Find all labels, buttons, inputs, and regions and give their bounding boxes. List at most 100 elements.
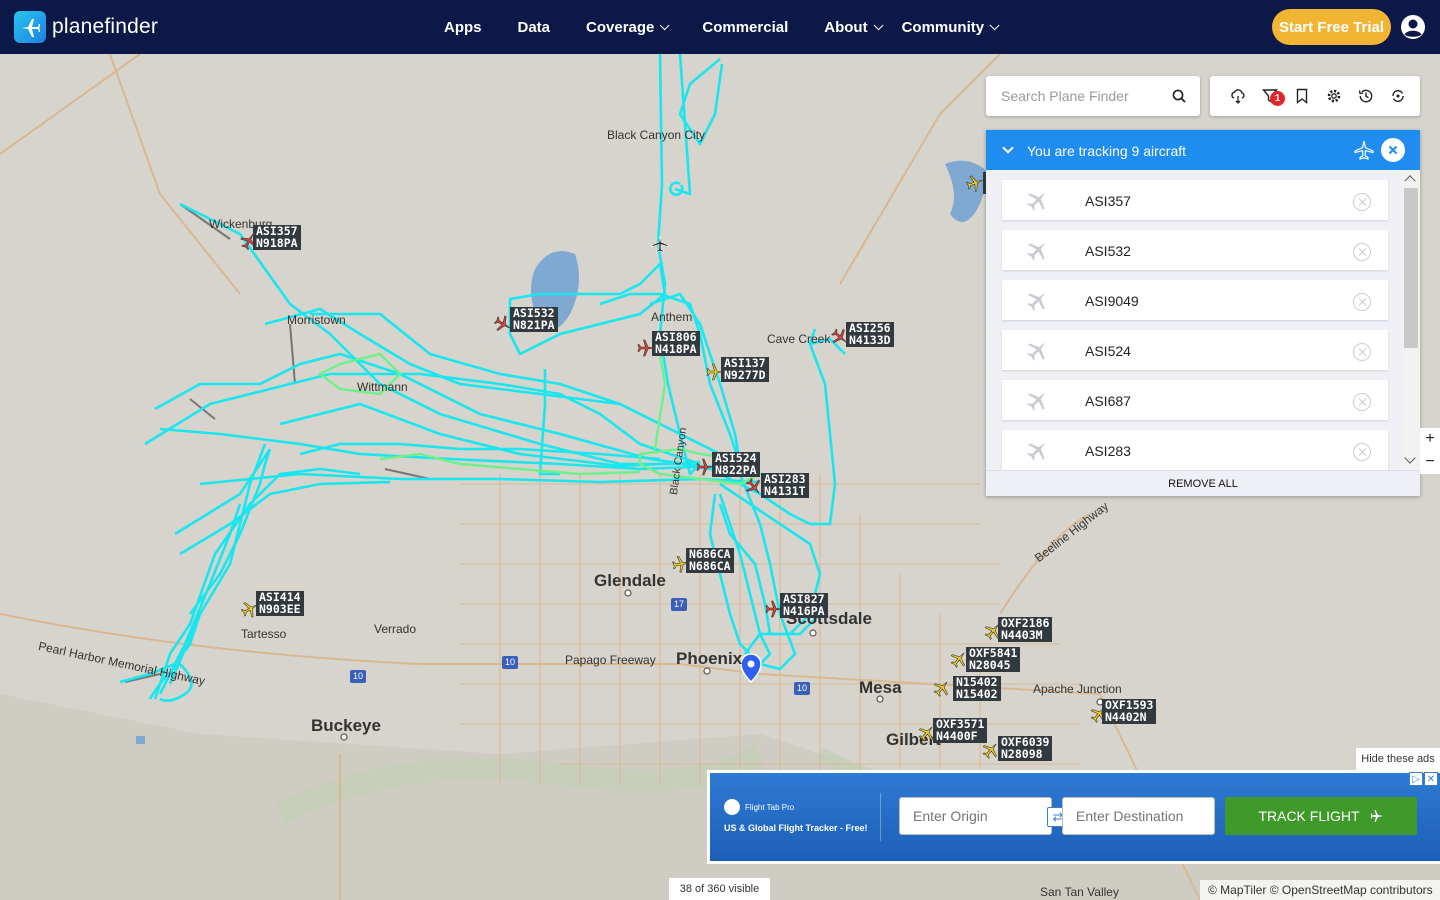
plane-icon	[1027, 392, 1046, 411]
aircraft-icon[interactable]	[966, 174, 984, 192]
ad-info-icon[interactable]: ▷	[1409, 772, 1423, 786]
remove-aircraft-icon[interactable]	[1353, 293, 1371, 311]
aircraft-label[interactable]: ASI524 N822PA	[712, 452, 760, 477]
aircraft-registration: N821PA	[513, 317, 555, 332]
zoom-out-button[interactable]: −	[1420, 451, 1440, 474]
highway-shield-17: 17	[671, 598, 687, 611]
playback-button[interactable]	[1382, 76, 1414, 116]
city-label: Morristown	[287, 313, 346, 327]
aircraft-registration: N4133D	[849, 332, 891, 347]
user-account-icon[interactable]	[1400, 14, 1426, 40]
bookmark-icon	[1296, 88, 1308, 104]
city-label: Buckeye	[311, 716, 381, 735]
tracked-aircraft-row[interactable]: ASI9049	[1002, 280, 1388, 320]
bookmark-button[interactable]	[1286, 76, 1318, 116]
settings-button[interactable]	[1318, 76, 1350, 116]
search-input[interactable]	[986, 76, 1156, 116]
ad-brand: Flight Tab Pro	[724, 799, 794, 815]
scroll-down-arrow[interactable]	[1404, 452, 1416, 464]
remove-aircraft-icon[interactable]	[1353, 243, 1371, 261]
nav-community-label: Community	[901, 18, 985, 36]
aircraft-registration: N4400F	[936, 728, 978, 743]
aircraft-label[interactable]: ASI532 N821PA	[510, 307, 558, 332]
scroll-thumb[interactable]	[1404, 188, 1418, 348]
ad-brand-logo	[724, 799, 740, 815]
aircraft-registration: N9277D	[724, 367, 766, 382]
plane-icon	[1370, 810, 1383, 822]
weather-icon	[1231, 89, 1245, 104]
aircraft-registration: N28045	[969, 657, 1011, 672]
close-tracking-button[interactable]	[1381, 138, 1405, 162]
hide-ads-link[interactable]: Hide these ads	[1356, 748, 1440, 770]
tracked-aircraft-row[interactable]: ASI283	[1002, 430, 1388, 470]
history-icon	[1358, 89, 1373, 103]
aircraft-label[interactable]: ASI357 N918PA	[253, 225, 301, 250]
aircraft-label[interactable]: OXF2186 N4403M	[998, 617, 1053, 642]
planefinder-logo[interactable]: planefinder	[14, 11, 158, 43]
nav-apps[interactable]: Apps	[426, 19, 500, 36]
aircraft-label[interactable]: ASI256 N4133D	[846, 322, 894, 347]
ad-banner: Flight Tab Pro US & Global Flight Tracke…	[707, 770, 1440, 864]
aircraft-label[interactable]: ASI827 N416PA	[780, 593, 828, 618]
close-icon	[1388, 145, 1398, 155]
history-button[interactable]	[1350, 76, 1382, 116]
aircraft-label[interactable]: OXF3571 N4400F	[933, 718, 988, 743]
zoom-in-button[interactable]: +	[1420, 428, 1440, 451]
remove-aircraft-icon[interactable]	[1353, 393, 1371, 411]
highway-shield-10: 10	[794, 682, 810, 695]
remove-all-button[interactable]: REMOVE ALL	[986, 470, 1420, 496]
aircraft-icon[interactable]	[933, 679, 951, 697]
tracked-aircraft-row[interactable]: ASI357	[1002, 180, 1388, 220]
destination-input[interactable]	[1062, 797, 1215, 835]
aircraft-label[interactable]: N686CA N686CA	[686, 548, 734, 573]
aircraft-registration: N4131T	[764, 483, 806, 498]
aircraft-label[interactable]: ASI414 N903EE	[256, 591, 304, 616]
aircraft-label[interactable]: OXF6039 N28098	[998, 736, 1053, 761]
highway-shield-10: 10	[502, 656, 518, 669]
aircraft-registration: N418PA	[655, 341, 697, 356]
ad-tagline: US & Global Flight Tracker - Free!	[724, 823, 868, 833]
nav-coverage[interactable]: Coverage	[568, 19, 684, 36]
tracking-header[interactable]: You are tracking 9 aircraft	[986, 130, 1420, 170]
aircraft-label[interactable]: N15402 N15402	[953, 676, 1001, 701]
start-free-trial-button[interactable]: Start Free Trial	[1272, 9, 1391, 45]
plane-logo-icon	[14, 11, 46, 43]
aircraft-label[interactable]: ASI283 N4131T	[761, 473, 809, 498]
aircraft-label[interactable]: OXF5841 N28045	[966, 647, 1021, 672]
track-flight-label: TRACK FLIGHT	[1258, 808, 1360, 824]
origin-input[interactable]	[899, 797, 1052, 835]
nav-commercial[interactable]: Commercial	[684, 19, 806, 36]
filter-button[interactable]: 1	[1254, 76, 1286, 116]
tracked-aircraft-row[interactable]: ASI532	[1002, 230, 1388, 270]
tracked-aircraft-callsign: ASI687	[1085, 393, 1131, 409]
chevron-down-icon[interactable]	[1002, 142, 1014, 154]
filter-count-badge: 1	[1270, 91, 1285, 106]
aircraft-label[interactable]: ASI137 N9277D	[721, 357, 769, 382]
aircraft-icon[interactable]	[651, 235, 669, 253]
remove-aircraft-icon[interactable]	[1353, 443, 1371, 461]
ad-close-icon[interactable]: ✕	[1424, 772, 1438, 786]
weather-button[interactable]	[1222, 76, 1254, 116]
city-label: Mesa	[859, 678, 902, 697]
remove-aircraft-icon[interactable]	[1353, 193, 1371, 211]
aircraft-label[interactable]: OXF1593 N4402N	[1102, 699, 1157, 724]
chevron-down-icon	[989, 19, 1000, 30]
city-label: Cave Creek	[767, 332, 831, 346]
city-label: Tartesso	[241, 627, 287, 641]
nav-data[interactable]: Data	[500, 19, 569, 36]
tracked-aircraft-row[interactable]: ASI687	[1002, 380, 1388, 420]
remove-aircraft-icon[interactable]	[1353, 343, 1371, 361]
nav-about[interactable]: About	[806, 19, 897, 36]
scroll-up-arrow[interactable]	[1404, 175, 1416, 187]
track-flight-button[interactable]: TRACK FLIGHT	[1225, 797, 1417, 835]
tracked-aircraft-row[interactable]: ASI524	[1002, 330, 1388, 370]
ad-close-controls[interactable]: ▷ ✕	[1408, 772, 1438, 786]
aircraft-label[interactable]: ASI806 N418PA	[652, 331, 700, 356]
tracking-scrollbar[interactable]	[1402, 170, 1420, 470]
aircraft-registration: N903EE	[259, 601, 301, 616]
nav-community[interactable]: Community	[898, 19, 1015, 36]
zoom-control: + −	[1420, 428, 1440, 474]
city-label: Glendale	[594, 571, 666, 590]
search-icon[interactable]	[1172, 89, 1186, 103]
plane-outline-icon[interactable]	[1354, 140, 1374, 160]
